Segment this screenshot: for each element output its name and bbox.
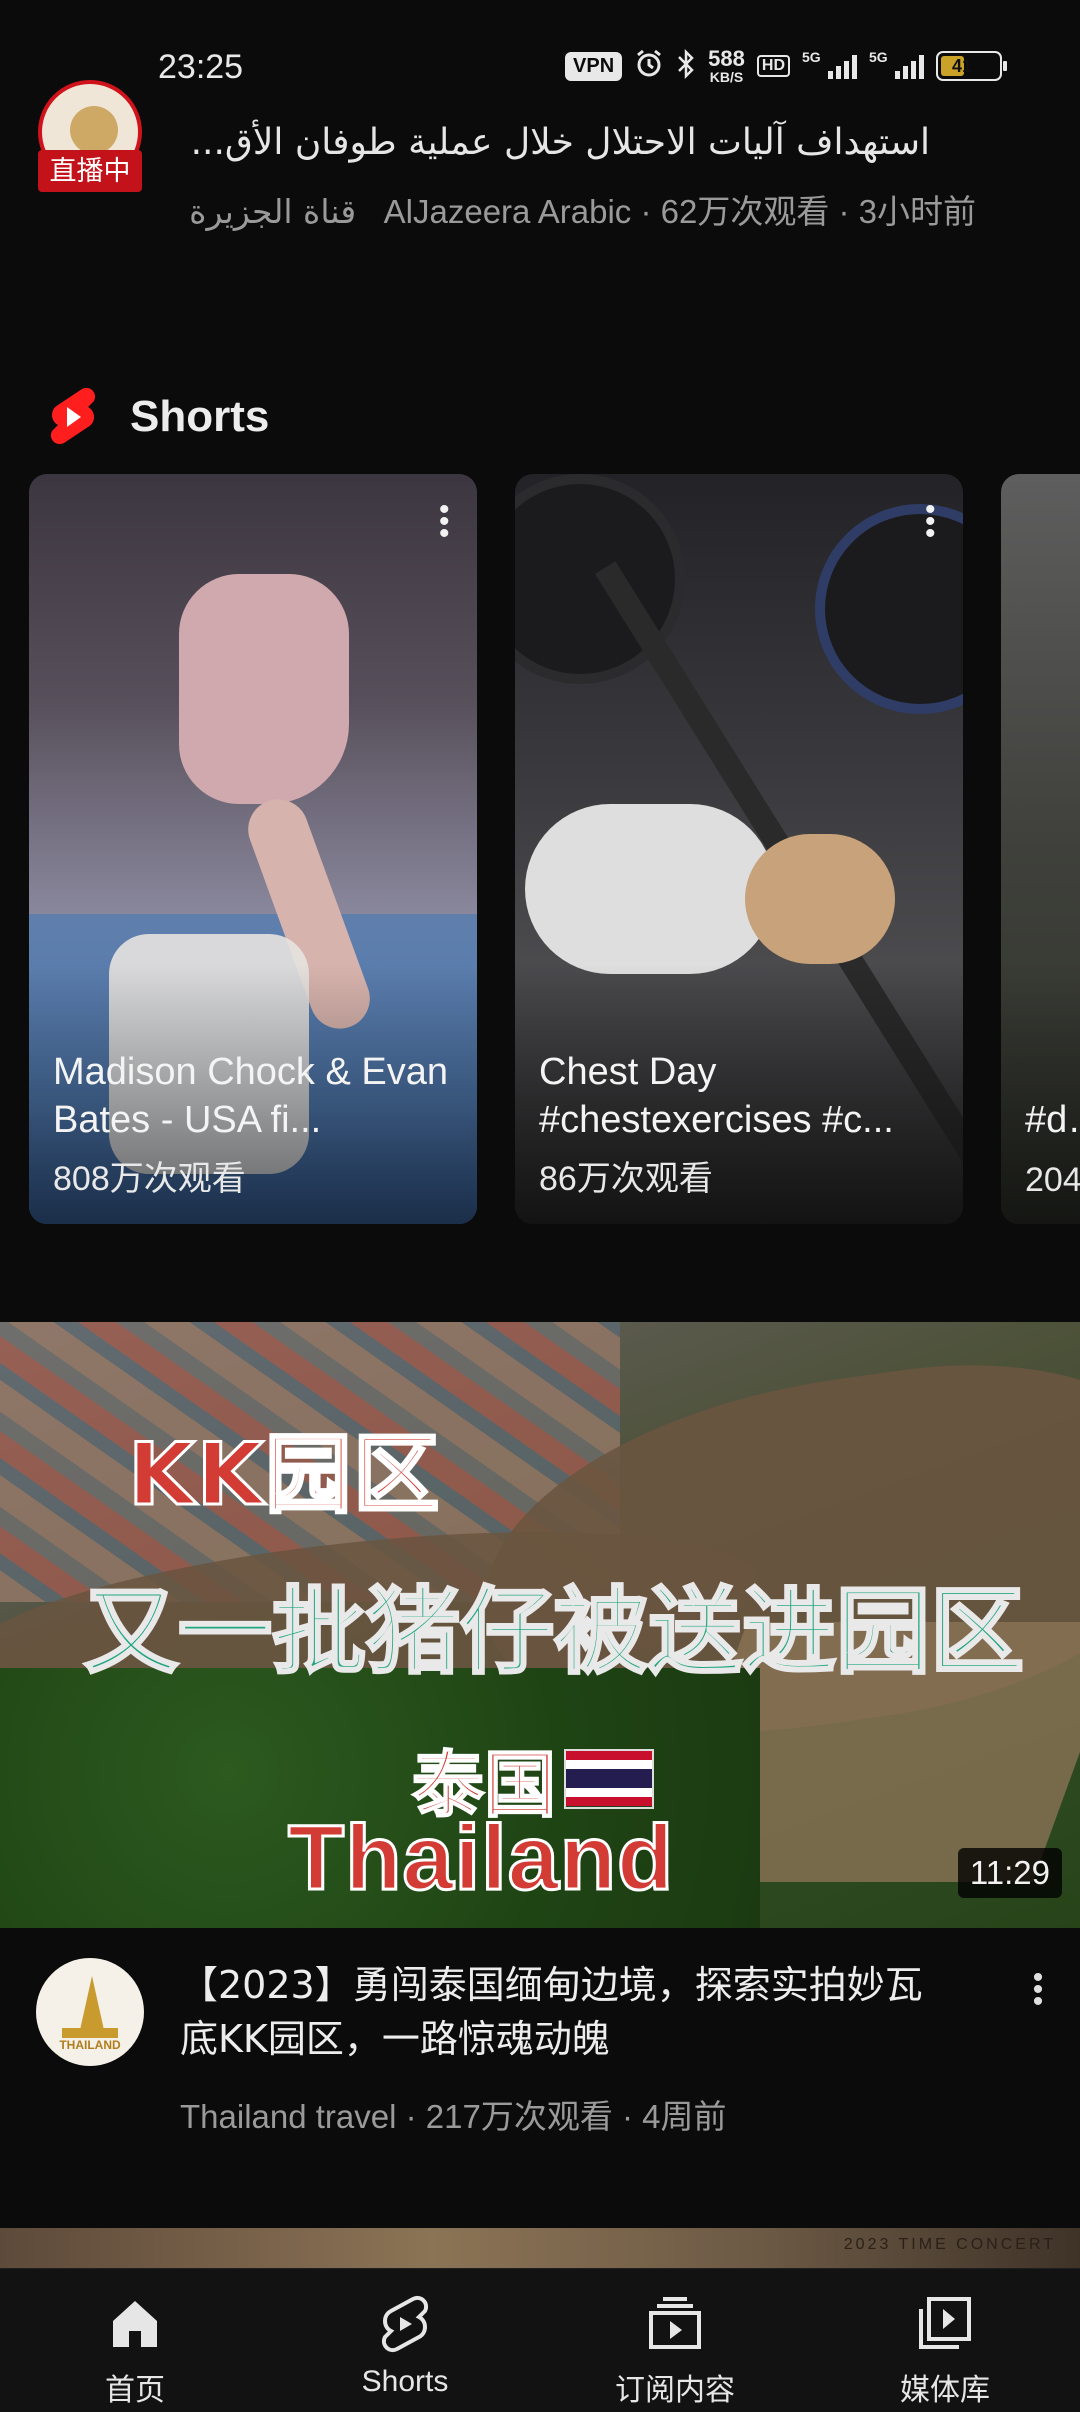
library-icon — [919, 2297, 971, 2349]
battery-icon: 41 — [936, 51, 1007, 81]
nav-label: 订阅内容 — [615, 2374, 735, 2407]
channel-avatar-text: THAILAND — [59, 2038, 121, 2052]
nav-subscriptions[interactable]: 订阅内容 — [540, 2269, 810, 2412]
network-speed-unit: KB/S — [709, 69, 744, 85]
short-views: 808万次观看 — [53, 1160, 246, 1198]
live-video-item[interactable]: 直播中 استهداف آليات الاحتلال خلال عملية طو… — [0, 80, 1080, 310]
shorts-section-title: Shorts — [130, 392, 270, 441]
subscriptions-icon — [649, 2297, 701, 2349]
network-speed: 588 KB/S — [708, 46, 745, 85]
battery-level: 41 — [952, 55, 973, 76]
nav-library[interactable]: 媒体库 — [810, 2269, 1080, 2412]
live-video-meta: قناة الجزيرة AlJazeera Arabic · 62万次观看 ·… — [136, 188, 976, 236]
bottom-navigation: 首页 Shorts 订阅内容 媒体库 — [0, 2268, 1080, 2412]
alarm-icon — [634, 49, 664, 84]
next-video-thumbnail[interactable]: 2023 TIME CONCERT — [0, 2228, 1080, 2268]
short-title: #d… 花… — [1025, 1099, 1080, 1141]
next-thumbnail-caption: 2023 TIME CONCERT — [843, 2236, 1056, 2253]
live-meta-text: AlJazeera Arabic · 62万次观看 · 3小时前 — [383, 193, 976, 230]
network-type-label-2: 5G — [869, 49, 888, 65]
video-meta: Thailand travel · 217万次观看 · 4周前 — [180, 2098, 727, 2135]
channel-avatar[interactable]: THAILAND — [36, 1958, 144, 2066]
shorts-icon — [382, 2296, 428, 2352]
status-bar: 23:25 VPN 588 KB/S HD 5G 5G 41 — [0, 0, 1080, 110]
signal-icon-2: 5G — [869, 49, 924, 79]
short-thumbnail-figure — [149, 494, 379, 1038]
short-views: 204… — [1025, 1161, 1080, 1199]
short-card[interactable]: #d… 花… 204… — [1001, 474, 1080, 1224]
video-thumbnail[interactable]: KK园区 又一批猪仔被送进园区 泰国 Thailand 11:29 — [0, 1322, 1080, 1928]
video-duration: 11:29 — [957, 1848, 1062, 1898]
network-type-label: 5G — [802, 49, 821, 65]
video-title[interactable]: 【2023】勇闯泰国缅甸边境，探索实拍妙瓦底KK园区，一路惊魂动魄 — [180, 1958, 940, 2066]
pagoda-icon — [80, 1976, 104, 2030]
thumbnail-caption-english: Thailand — [286, 1806, 675, 1911]
short-views: 86万次观看 — [539, 1160, 713, 1198]
short-title: Chest Day #chestexercises #c... — [539, 1051, 894, 1141]
nav-label: 媒体库 — [900, 2374, 990, 2407]
status-time: 23:25 — [158, 48, 244, 86]
live-badge: 直播中 — [38, 150, 142, 192]
nav-label: 首页 — [105, 2374, 165, 2407]
channel-name-arabic: قناة الجزيرة — [189, 192, 357, 231]
nav-home[interactable]: 首页 — [0, 2269, 270, 2412]
short-card[interactable]: • • • Madison Chock & Evan Bates - USA fi.… — [29, 474, 477, 1224]
thumbnail-caption-main: 又一批猪仔被送进园区 — [82, 1577, 1025, 1689]
more-options-icon[interactable]: • • • — [925, 495, 936, 549]
nav-label: Shorts — [361, 2365, 449, 2398]
short-card[interactable]: • • • Chest Day #chestexercises #c... 86万次… — [515, 474, 963, 1224]
network-speed-value: 588 — [708, 46, 745, 71]
bluetooth-icon — [676, 48, 696, 84]
nav-shorts[interactable]: Shorts — [270, 2269, 540, 2412]
home-icon — [113, 2301, 157, 2347]
video-info[interactable]: THAILAND 【2023】勇闯泰国缅甸边境，探索实拍妙瓦底KK园区，一路惊魂… — [0, 1958, 1080, 2138]
signal-icon-1: 5G — [802, 49, 857, 79]
more-options-icon[interactable]: • • • — [1028, 1963, 1048, 2017]
hd-voice-icon: HD — [756, 55, 790, 77]
live-video-title[interactable]: استهداف آليات الاحتلال خلال عملية طوفان … — [191, 122, 930, 163]
short-title: Madison Chock & Evan Bates - USA fi... — [53, 1051, 448, 1141]
thailand-flag-icon — [564, 1748, 655, 1809]
shorts-logo-icon — [50, 387, 96, 445]
shorts-section-header: Shorts — [44, 382, 269, 452]
more-options-icon[interactable]: • • • — [439, 495, 450, 549]
vpn-icon: VPN — [565, 51, 623, 81]
thumbnail-caption-kk: KK园区 — [126, 1424, 442, 1527]
status-icons: VPN 588 KB/S HD 5G 5G 41 — [565, 46, 1007, 85]
